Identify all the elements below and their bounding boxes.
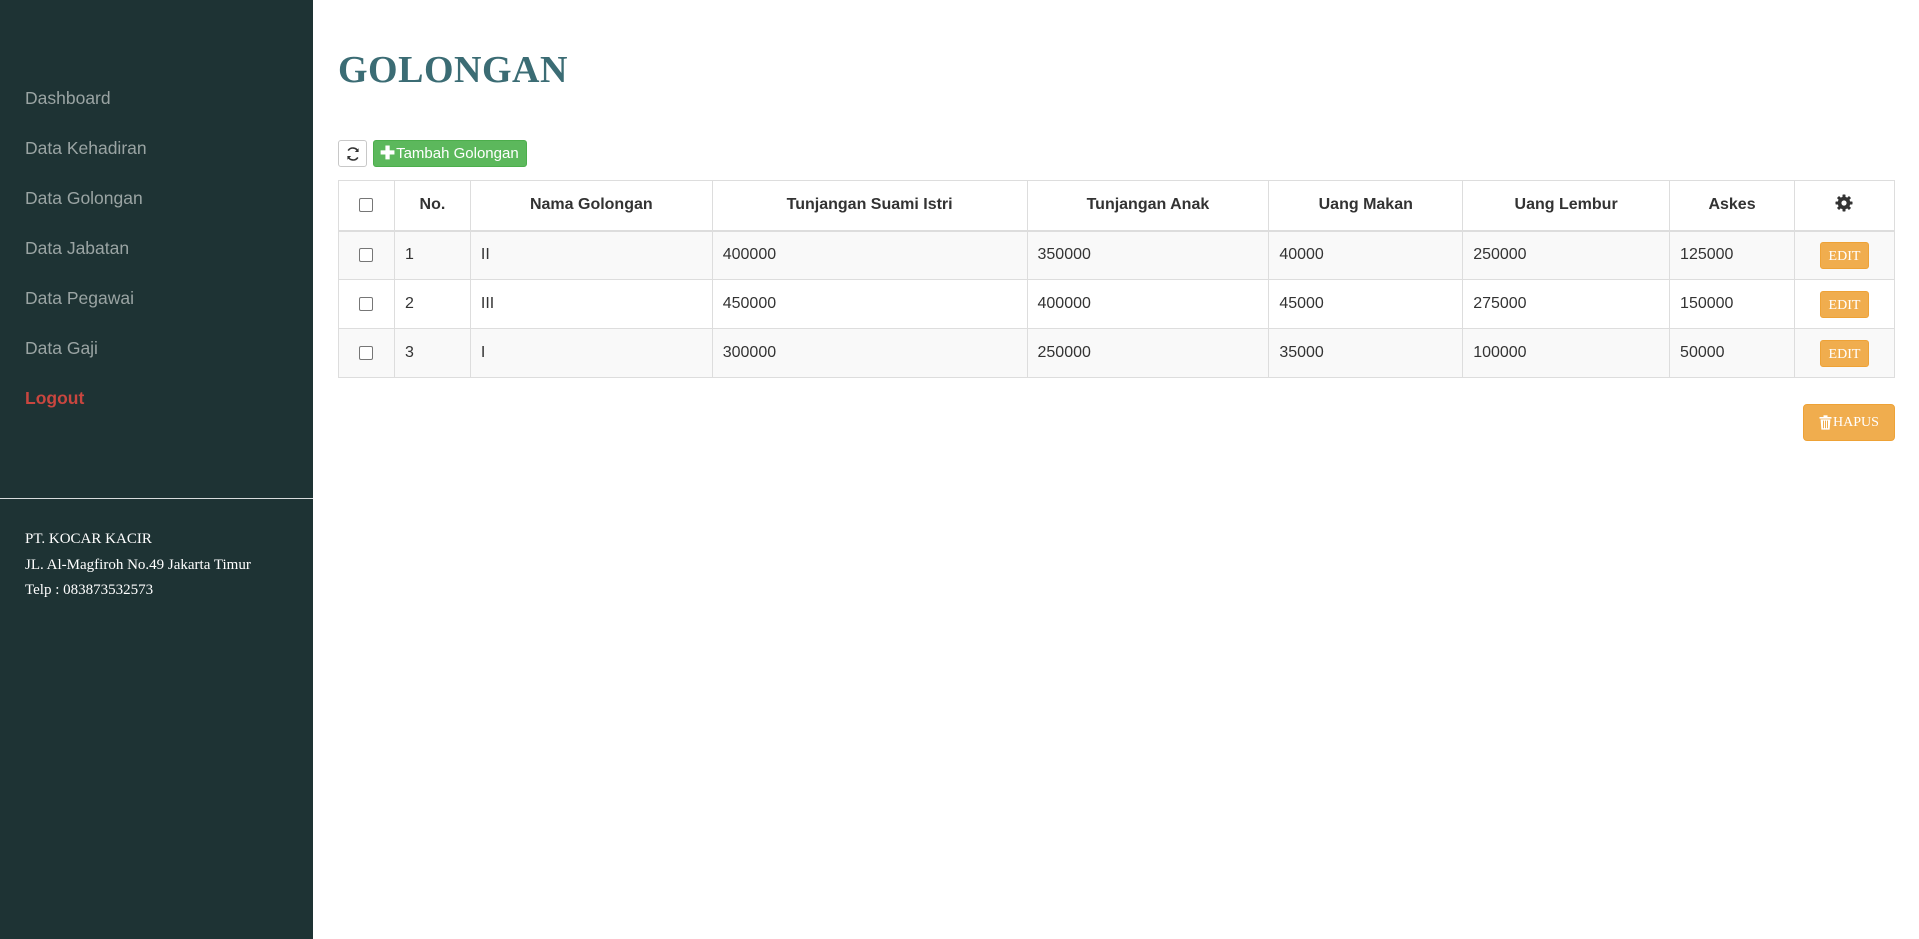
cell-nama-golongan: II (469, 230, 713, 280)
row-checkbox[interactable] (359, 345, 374, 360)
row-select-cell (338, 279, 395, 329)
cell-askes: 125000 (1669, 230, 1795, 280)
hapus-label: HAPUS (1833, 414, 1879, 430)
table-row: 2 III 450000 400000 45000 275000 150000 … (338, 279, 1896, 329)
refresh-button[interactable] (338, 140, 367, 167)
golongan-table: No. Nama Golongan Tunjangan Suami Istri … (338, 180, 1896, 378)
sidebar-nav: Dashboard Data Kehadiran Data Golongan D… (0, 83, 313, 433)
sidebar-item-logout[interactable]: Logout (0, 383, 313, 433)
cell-askes: 150000 (1669, 279, 1795, 329)
table-row: 1 II 400000 350000 40000 250000 125000 E… (338, 230, 1896, 280)
sidebar-item-dashboard[interactable]: Dashboard (0, 83, 313, 133)
cell-uang-makan: 45000 (1268, 279, 1464, 329)
row-checkbox[interactable] (359, 248, 374, 263)
column-header-tunjangan-suami-istri: Tunjangan Suami Istri (711, 180, 1028, 232)
cell-action: EDIT (1793, 279, 1896, 329)
column-header-no: No. (393, 180, 471, 232)
sidebar-item-data-golongan[interactable]: Data Golongan (0, 183, 313, 233)
cell-askes: 50000 (1669, 328, 1795, 378)
main-content: GOLONGAN ✚ Tambah Golongan No. Nama Golo… (338, 0, 1896, 939)
row-select-cell (338, 328, 395, 378)
cell-tunjangan-anak: 250000 (1026, 328, 1270, 378)
toolbar: ✚ Tambah Golongan (338, 140, 527, 167)
cell-uang-makan: 35000 (1268, 328, 1464, 378)
cell-no: 2 (393, 279, 471, 329)
company-info: PT. KOCAR KACIR JL. Al-Magfiroh No.49 Ja… (25, 527, 310, 604)
hapus-button[interactable]: HAPUS (1803, 404, 1895, 441)
cell-no: 3 (393, 328, 471, 378)
cell-action: EDIT (1793, 328, 1896, 378)
cell-tunjangan-suami-istri: 300000 (711, 328, 1028, 378)
cell-uang-makan: 40000 (1268, 230, 1464, 280)
plus-icon: ✚ (380, 143, 396, 163)
column-header-settings (1793, 180, 1896, 232)
sidebar-item-data-kehadiran[interactable]: Data Kehadiran (0, 133, 313, 183)
cell-uang-lembur: 275000 (1462, 279, 1671, 329)
sidebar-divider (0, 498, 313, 499)
row-select-cell (338, 230, 395, 280)
cell-tunjangan-anak: 400000 (1026, 279, 1270, 329)
column-header-tunjangan-anak: Tunjangan Anak (1026, 180, 1270, 232)
add-golongan-label: Tambah Golongan (396, 145, 519, 162)
page-title: GOLONGAN (338, 49, 568, 91)
row-checkbox[interactable] (359, 296, 374, 311)
company-phone: Telp : 083873532573 (25, 582, 154, 598)
column-header-askes: Askes (1669, 180, 1795, 232)
column-header-uang-lembur: Uang Lembur (1462, 180, 1671, 232)
cell-nama-golongan: III (469, 279, 713, 329)
cell-tunjangan-suami-istri: 450000 (711, 279, 1028, 329)
sidebar-item-data-gaji[interactable]: Data Gaji (0, 333, 313, 383)
cell-uang-lembur: 100000 (1462, 328, 1671, 378)
cell-uang-lembur: 250000 (1462, 230, 1671, 280)
table-row: 3 I 300000 250000 35000 100000 50000 EDI… (338, 328, 1896, 378)
company-name: PT. KOCAR KACIR (25, 531, 152, 547)
add-golongan-button[interactable]: ✚ Tambah Golongan (373, 140, 527, 167)
select-all-cell (338, 180, 395, 232)
column-header-nama-golongan: Nama Golongan (469, 180, 713, 232)
edit-button[interactable]: EDIT (1819, 241, 1870, 269)
cell-tunjangan-anak: 350000 (1026, 230, 1270, 280)
trash-icon (1819, 415, 1832, 430)
cell-tunjangan-suami-istri: 400000 (711, 230, 1028, 280)
column-header-uang-makan: Uang Makan (1268, 180, 1464, 232)
table-header-row: No. Nama Golongan Tunjangan Suami Istri … (338, 180, 1896, 232)
sidebar-item-data-pegawai[interactable]: Data Pegawai (0, 283, 313, 333)
select-all-checkbox[interactable] (359, 198, 374, 213)
cell-no: 1 (393, 230, 471, 280)
sidebar-item-data-jabatan[interactable]: Data Jabatan (0, 233, 313, 283)
refresh-icon (346, 146, 359, 161)
gear-icon (1835, 194, 1853, 212)
edit-button[interactable]: EDIT (1819, 339, 1870, 367)
edit-button[interactable]: EDIT (1819, 290, 1870, 318)
cell-action: EDIT (1793, 230, 1896, 280)
cell-nama-golongan: I (469, 328, 713, 378)
company-address: JL. Al-Magfiroh No.49 Jakarta Timur (25, 556, 251, 573)
sidebar: Dashboard Data Kehadiran Data Golongan D… (0, 0, 313, 939)
